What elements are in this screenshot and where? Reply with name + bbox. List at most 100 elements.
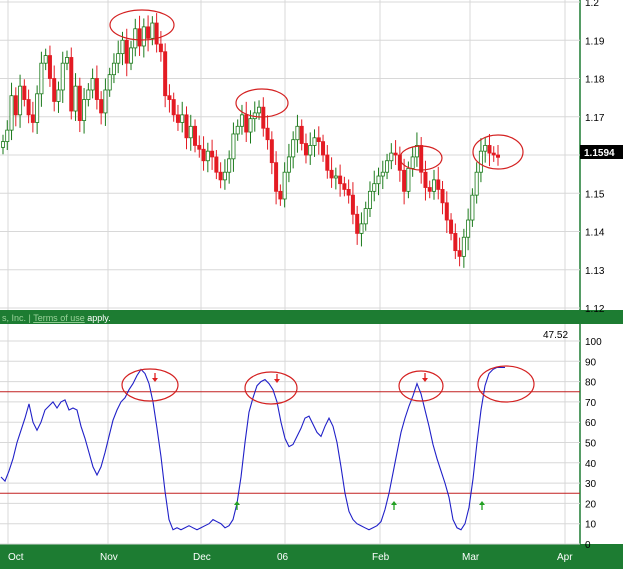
candle-body bbox=[18, 85, 23, 116]
candle-body bbox=[376, 175, 381, 185]
price-tick-label: 1.18 bbox=[585, 75, 605, 86]
candle-body bbox=[150, 22, 155, 39]
candle-body bbox=[338, 175, 343, 185]
candle-body bbox=[103, 89, 108, 114]
x-tick-label: Oct bbox=[8, 552, 24, 563]
candle-body bbox=[193, 125, 198, 146]
x-tick-label: Dec bbox=[193, 552, 211, 563]
candle-body bbox=[197, 145, 202, 150]
candle-body bbox=[282, 171, 287, 200]
candle-body bbox=[257, 106, 262, 114]
candle-body bbox=[175, 114, 180, 123]
candle-body bbox=[35, 93, 40, 123]
candle-body bbox=[167, 95, 172, 100]
indicator-tick-label: 0 bbox=[585, 540, 591, 551]
candle-body bbox=[82, 99, 87, 121]
credit-prefix: s, Inc. | bbox=[2, 313, 33, 323]
candle-body bbox=[146, 26, 151, 39]
candle-body bbox=[478, 150, 483, 173]
candle-body bbox=[73, 85, 78, 112]
candle-body bbox=[120, 39, 125, 55]
candle-body bbox=[244, 114, 249, 133]
candle-body bbox=[359, 223, 364, 234]
candle-body bbox=[171, 99, 176, 116]
candle-body bbox=[466, 219, 471, 238]
terms-of-use-link[interactable]: Terms of use bbox=[33, 313, 85, 323]
candle-body bbox=[333, 175, 338, 179]
candle-body bbox=[222, 171, 227, 181]
candle-body bbox=[325, 154, 330, 171]
candle-body bbox=[163, 51, 168, 97]
candle-body bbox=[133, 28, 138, 49]
price-tick-label: 1.19 bbox=[585, 36, 605, 47]
indicator-tick-label: 60 bbox=[585, 418, 597, 429]
candle-body bbox=[414, 145, 419, 158]
candle-body bbox=[60, 62, 65, 91]
candle-body bbox=[444, 202, 449, 221]
candle-body bbox=[278, 190, 283, 200]
candle-body bbox=[436, 179, 441, 190]
candle-body bbox=[65, 57, 70, 64]
candle-body bbox=[116, 53, 121, 64]
candle-body bbox=[363, 208, 368, 225]
candle-body bbox=[312, 137, 317, 146]
indicator-tick-label: 90 bbox=[585, 357, 597, 368]
price-tick-label: 1.12 bbox=[585, 304, 605, 315]
candle-body bbox=[423, 171, 428, 188]
candle-body bbox=[410, 156, 415, 169]
candle-body bbox=[389, 152, 394, 162]
candle-body bbox=[30, 114, 35, 123]
price-tick-label: 1.15 bbox=[585, 189, 605, 200]
candle-body bbox=[291, 139, 296, 158]
price-tick-label: 1.14 bbox=[585, 228, 605, 239]
candle-body bbox=[5, 129, 10, 143]
candle-body bbox=[231, 133, 236, 160]
candle-body bbox=[380, 171, 385, 177]
x-tick-label: Apr bbox=[557, 552, 573, 563]
credit-line: s, Inc. | Terms of use apply. bbox=[2, 313, 111, 323]
candle-body bbox=[22, 85, 27, 100]
candle-body bbox=[295, 125, 300, 141]
candle-body bbox=[453, 233, 458, 252]
candle-body bbox=[218, 171, 223, 181]
candle-body bbox=[303, 143, 308, 156]
candle-body bbox=[205, 150, 210, 162]
price-tick-label: 1.13 bbox=[585, 266, 605, 277]
candle-body bbox=[47, 55, 52, 79]
candle-body bbox=[248, 118, 253, 133]
candle-body bbox=[188, 125, 193, 139]
candle-body bbox=[491, 152, 496, 156]
indicator-tick-label: 50 bbox=[585, 439, 597, 450]
candle-body bbox=[286, 156, 291, 173]
indicator-tick-label: 10 bbox=[585, 520, 597, 531]
indicator-panel bbox=[0, 324, 580, 544]
candle-body bbox=[431, 179, 436, 192]
candle-body bbox=[214, 156, 219, 173]
candle-body bbox=[158, 43, 163, 53]
candle-body bbox=[402, 169, 407, 192]
candle-body bbox=[261, 106, 266, 129]
price-tick-label: 1.2 bbox=[585, 0, 599, 9]
x-tick-label: Feb bbox=[372, 552, 390, 563]
candle-body bbox=[43, 55, 48, 64]
candle-body bbox=[406, 167, 411, 192]
candle-body bbox=[342, 183, 347, 190]
candle-body bbox=[180, 114, 185, 123]
candle-body bbox=[495, 154, 500, 158]
candle-body bbox=[210, 150, 215, 158]
candle-body bbox=[419, 145, 424, 173]
candle-body bbox=[129, 47, 134, 64]
candle-body bbox=[470, 194, 475, 221]
candle-body bbox=[0, 141, 6, 148]
candle-body bbox=[461, 236, 466, 257]
candle-body bbox=[355, 213, 360, 234]
candle-body bbox=[329, 169, 334, 179]
candle-body bbox=[26, 99, 31, 116]
candle-body bbox=[69, 57, 74, 112]
candle-body bbox=[321, 141, 326, 156]
candle-body bbox=[449, 219, 454, 234]
x-tick-label: 06 bbox=[277, 552, 289, 563]
candle-body bbox=[235, 125, 240, 135]
candle-body bbox=[137, 28, 142, 47]
candle-body bbox=[299, 125, 304, 144]
